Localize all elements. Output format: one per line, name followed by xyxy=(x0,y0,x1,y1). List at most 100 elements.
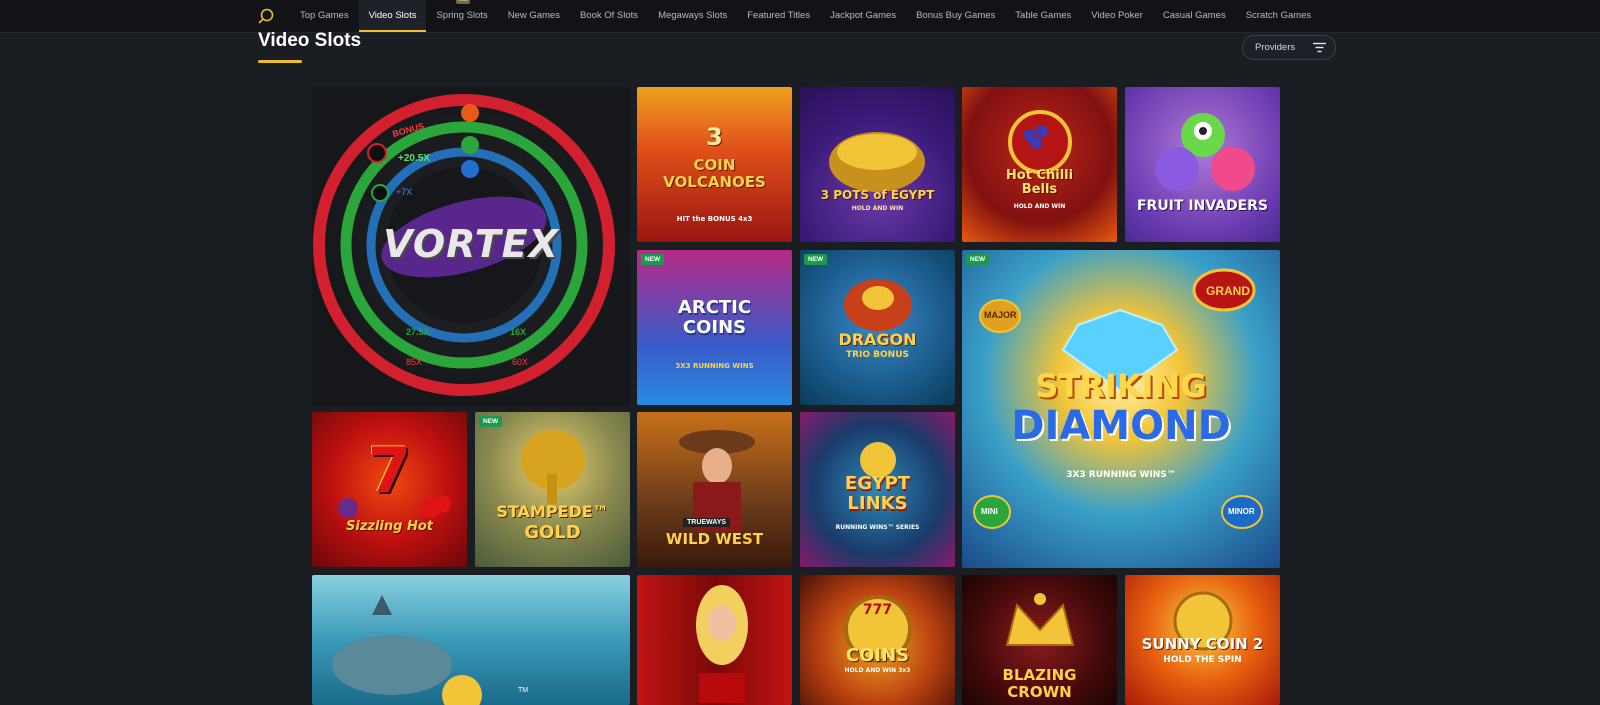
game-tile-coins[interactable]: 777 COINS HOLD AND WIN 3x3 xyxy=(800,575,955,705)
arctic-coins-title: ARCTIC COINS xyxy=(677,297,752,338)
lady-graphic xyxy=(696,585,748,703)
game-tile-3-pots-egypt[interactable]: 3 POTS of EGYPT HOLD AND WIN xyxy=(800,87,955,242)
sunny-coin-title: SUNNY COIN 2 xyxy=(1141,635,1264,653)
coin-volcanoes-number: 3 xyxy=(706,123,723,151)
category-navbar: Top Games Video Slots Spring Slots new New G… xyxy=(0,0,1600,33)
vortex-multiplier: +7X xyxy=(396,187,413,197)
tab-scratch-games[interactable]: Scratch Games xyxy=(1236,0,1321,32)
sizzling-title: Sizzling Hot xyxy=(346,519,433,534)
blazing-crown-title: BLAZING CROWN xyxy=(1002,666,1077,701)
tab-table-games[interactable]: Table Games xyxy=(1005,0,1081,32)
coin-volcanoes-sub: HIT the BONUS 4x3 xyxy=(676,215,753,223)
wild-west-title: WILD WEST xyxy=(665,530,764,548)
tab-label: Jackpot Games xyxy=(830,10,897,21)
chilli-graphic xyxy=(1008,110,1072,174)
chilli-bells-title: Hot Chilli Bells xyxy=(1005,168,1074,198)
tab-label: Scratch Games xyxy=(1245,10,1312,21)
game-tile-stampede-gold[interactable]: NEW STAMPEDE™ GOLD xyxy=(475,412,630,567)
stampede-title-2: GOLD xyxy=(524,522,581,543)
tab-new-games[interactable]: New Games xyxy=(498,0,570,32)
tab-label: Casual Games xyxy=(1162,10,1226,21)
page-title: Video Slots xyxy=(258,30,362,51)
vortex-title: VORTEX xyxy=(383,222,559,266)
elephant-graphic xyxy=(521,430,585,504)
game-tile-wild-west[interactable]: TRUEWAYS WILD WEST xyxy=(637,412,792,567)
game-tile-coin-volcanoes[interactable]: 3 COIN VOLCANOES HIT the BONUS 4x3 xyxy=(637,87,792,242)
search-icon[interactable] xyxy=(256,6,276,26)
game-tile-blazing-crown[interactable]: BLAZING CROWN xyxy=(962,575,1117,705)
game-tile-shark[interactable]: TM xyxy=(312,575,630,705)
tab-label: Video Slots xyxy=(368,10,417,21)
vortex-multiplier: 85X xyxy=(406,357,423,367)
trueways-badge: TRUEWAYS xyxy=(683,518,731,527)
tab-label: Book Of Slots xyxy=(579,10,639,21)
game-tile-vortex[interactable]: VORTEX BONUS +20.5X +7X 27.5X 16X 85X 60… xyxy=(312,87,630,405)
title-underline xyxy=(258,60,302,63)
new-badge: NEW xyxy=(641,254,665,265)
striking-diamond-sub: 3X3 RUNNING WINS™ xyxy=(1066,470,1176,480)
tab-video-slots[interactable]: Video Slots xyxy=(358,0,427,32)
coin-graphic xyxy=(844,595,912,663)
game-tile-sunny-coin-2[interactable]: SUNNY COIN 2 HOLD THE SPIN xyxy=(1125,575,1280,705)
tab-video-poker[interactable]: Video Poker xyxy=(1081,0,1153,32)
coins-title: COINS xyxy=(845,645,910,666)
game-tile-fruit-invaders[interactable]: FRUIT INVADERS xyxy=(1125,87,1280,242)
coins-sub: HOLD AND WIN 3x3 xyxy=(844,667,911,674)
vortex-multiplier: 27.5X xyxy=(406,327,430,337)
game-tile-arctic-coins[interactable]: NEW ARCTIC COINS 3X3 RUNNING WINS xyxy=(637,250,792,405)
game-tile-striking-diamond[interactable]: NEW MAJOR GRAND MINI MINOR STRIKING DIAM… xyxy=(962,250,1280,568)
tab-megaways-slots[interactable]: Megaways Slots xyxy=(648,0,737,32)
pots-egypt-title: 3 POTS of EGYPT xyxy=(820,188,935,202)
jackpot-major: MAJOR xyxy=(984,310,1017,320)
dragon-graphic xyxy=(844,279,912,331)
tab-label: New Games xyxy=(507,10,560,21)
game-tile-lady[interactable] xyxy=(637,575,792,705)
tab-bonus-buy-games[interactable]: Bonus Buy Games xyxy=(906,0,1005,32)
pots-graphic xyxy=(829,132,925,192)
stampede-title-1: STAMPEDE™ xyxy=(496,502,609,521)
game-tile-hot-chilli-bells[interactable]: Hot Chilli Bells HOLD AND WIN xyxy=(962,87,1117,242)
filter-icon xyxy=(1313,42,1326,53)
dragon-sub: TRIO BONUS xyxy=(845,350,910,360)
jackpot-mini: MINI xyxy=(981,507,998,516)
vortex-multiplier: +20.5X xyxy=(398,153,430,164)
vortex-multiplier: 60X xyxy=(512,357,529,367)
shark-graphic xyxy=(332,595,482,705)
tab-badge: new xyxy=(456,0,471,4)
tab-label: Featured Titles xyxy=(747,10,811,21)
tab-label: Table Games xyxy=(1015,10,1072,21)
providers-label: Providers xyxy=(1255,42,1296,53)
category-tabs: Top Games Video Slots Spring Slots new New G… xyxy=(290,0,1321,32)
tab-label: Video Poker xyxy=(1091,10,1143,21)
fruit-invaders-title: FRUIT INVADERS xyxy=(1136,198,1269,214)
tab-label: Bonus Buy Games xyxy=(916,10,996,21)
sunny-coin-sub: HOLD THE SPIN xyxy=(1163,655,1242,665)
jackpot-grand: GRAND xyxy=(1206,284,1250,298)
striking-diamond-title-1: STRIKING xyxy=(1035,367,1207,405)
pots-egypt-sub: HOLD AND WIN xyxy=(851,205,904,212)
tab-book-of-slots[interactable]: Book Of Slots xyxy=(570,0,648,32)
dragon-title: DRAGON xyxy=(838,330,917,349)
game-tile-dragon-trio[interactable]: NEW DRAGON TRIO BONUS xyxy=(800,250,955,405)
jackpot-minor: MINOR xyxy=(1228,507,1255,516)
striking-diamond-title-2: DIAMOND xyxy=(1011,403,1231,449)
tab-spring-slots[interactable]: Spring Slots new xyxy=(426,0,497,32)
tab-label: Spring Slots xyxy=(436,10,488,21)
shark-tm: TM xyxy=(518,687,529,694)
tab-top-games[interactable]: Top Games xyxy=(290,0,359,32)
tab-label: Megaways Slots xyxy=(658,10,728,21)
tab-jackpot-games[interactable]: Jackpot Games xyxy=(820,0,906,32)
egypt-links-title: EGYPT LINKS xyxy=(844,473,911,514)
chilli-bells-sub: HOLD AND WIN xyxy=(1013,203,1066,210)
coins-777: 777 xyxy=(862,602,893,618)
egypt-links-sub: RUNNING WINS™ SERIES xyxy=(835,524,920,531)
game-tile-egypt-links[interactable]: EGYPT LINKS RUNNING WINS™ SERIES xyxy=(800,412,955,567)
tab-featured-titles[interactable]: Featured Titles xyxy=(737,0,820,32)
tab-label: Top Games xyxy=(300,10,349,21)
providers-filter-button[interactable]: Providers xyxy=(1242,35,1336,60)
coin-volcanoes-title: COIN VOLCANOES xyxy=(663,156,766,191)
arctic-coins-sub: 3X3 RUNNING WINS xyxy=(675,362,754,370)
tab-casual-games[interactable]: Casual Games xyxy=(1153,0,1236,32)
fruit-graphic xyxy=(338,495,451,518)
game-tile-sizzling-hot[interactable]: 7 Sizzling Hot xyxy=(312,412,467,567)
